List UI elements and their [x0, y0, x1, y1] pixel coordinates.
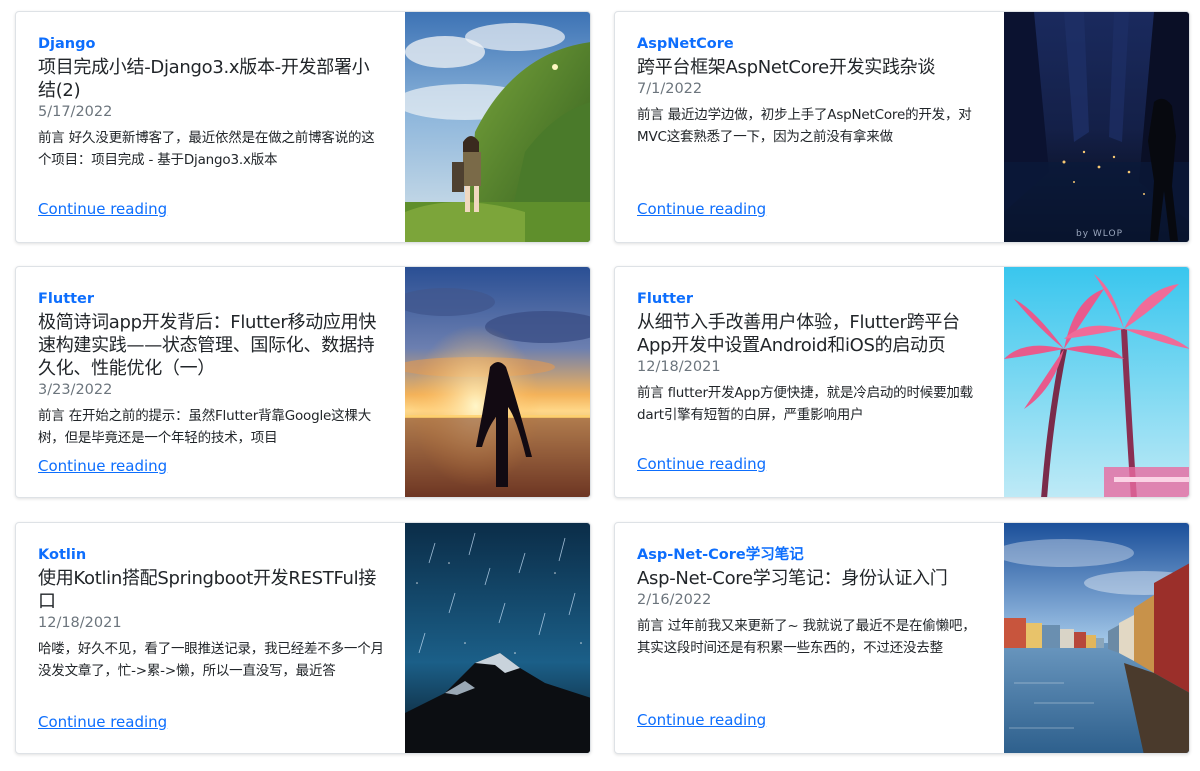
- post-excerpt: 前言 最近边学边做，初步上手了AspNetCore的开发，对MVC这套熟悉了一下…: [637, 107, 972, 145]
- post-date: 3/23/2022: [38, 382, 113, 398]
- post-card: Django 项目完成小结-Django3.x版本-开发部署小结(2) 5/17…: [15, 11, 591, 243]
- dark-hall-figure-image[interactable]: by WLOP: [1003, 12, 1189, 242]
- post-category[interactable]: AspNetCore: [637, 34, 984, 54]
- post-card-body: Kotlin 使用Kotlin搭配Springboot开发RESTFul接口 1…: [16, 523, 405, 753]
- post-card-body: AspNetCore 跨平台框架AspNetCore开发实践杂谈 7/1/202…: [615, 12, 1004, 242]
- post-category[interactable]: Kotlin: [38, 545, 385, 565]
- pink-palm-trees-image[interactable]: [1003, 267, 1189, 497]
- post-title: 跨平台框架AspNetCore开发实践杂谈: [637, 57, 936, 78]
- post-excerpt: 前言 flutter开发App方便快捷，就是冷启动的时候要加载dart引擎有短暂…: [637, 385, 973, 423]
- post-category[interactable]: Flutter: [38, 289, 385, 309]
- post-card-body: Flutter 极简诗词app开发背后：Flutter移动应用快速构建实践——状…: [16, 267, 405, 497]
- post-card: Asp-Net-Core学习笔记 Asp-Net-Core学习笔记：身份认证入门…: [614, 522, 1190, 754]
- post-card-body: Django 项目完成小结-Django3.x版本-开发部署小结(2) 5/17…: [16, 12, 405, 242]
- post-title: 使用Kotlin搭配Springboot开发RESTFul接口: [38, 568, 377, 612]
- post-grid: Django 项目完成小结-Django3.x版本-开发部署小结(2) 5/17…: [0, 0, 1200, 771]
- post-category[interactable]: Asp-Net-Core学习笔记: [637, 545, 984, 565]
- post-title: 从细节入手改善用户体验，Flutter跨平台App开发中设置Android和iO…: [637, 312, 960, 356]
- post-category[interactable]: Django: [38, 34, 385, 54]
- post-excerpt: 前言 在开始之前的提示：虽然Flutter背靠Google这棵大树，但是毕竟还是…: [38, 408, 372, 446]
- continue-reading-link[interactable]: Continue reading: [637, 711, 766, 729]
- post-card: Flutter 极简诗词app开发背后：Flutter移动应用快速构建实践——状…: [15, 266, 591, 498]
- post-date: 2/16/2022: [637, 592, 712, 608]
- watermark-text: by WLOP: [1076, 229, 1123, 239]
- post-excerpt: 前言 好久没更新博客了，最近依然是在做之前博客说的这个项目：项目完成 - 基于D…: [38, 130, 375, 168]
- post-category[interactable]: Flutter: [637, 289, 984, 309]
- post-date: 12/18/2021: [38, 615, 122, 631]
- post-card-body: Flutter 从细节入手改善用户体验，Flutter跨平台App开发中设置An…: [615, 267, 1004, 497]
- post-title: Asp-Net-Core学习笔记：身份认证入门: [637, 568, 948, 589]
- post-date: 12/18/2021: [637, 359, 721, 375]
- continue-reading-link[interactable]: Continue reading: [637, 200, 766, 218]
- post-date: 5/17/2022: [38, 104, 113, 120]
- continue-reading-link[interactable]: Continue reading: [38, 713, 167, 731]
- post-card: AspNetCore 跨平台框架AspNetCore开发实践杂谈 7/1/202…: [614, 11, 1190, 243]
- sunset-sea-girl-image[interactable]: [404, 267, 590, 497]
- post-title: 极简诗词app开发背后：Flutter移动应用快速构建实践——状态管理、国际化、…: [38, 312, 377, 379]
- starry-mountain-image[interactable]: [404, 523, 590, 753]
- post-card-body: Asp-Net-Core学习笔记 Asp-Net-Core学习笔记：身份认证入门…: [615, 523, 1004, 753]
- river-houses-image[interactable]: [1003, 523, 1189, 753]
- post-card: Flutter 从细节入手改善用户体验，Flutter跨平台App开发中设置An…: [614, 266, 1190, 498]
- post-title: 项目完成小结-Django3.x版本-开发部署小结(2): [38, 57, 370, 101]
- continue-reading-link[interactable]: Continue reading: [38, 200, 167, 218]
- post-date: 7/1/2022: [637, 81, 703, 97]
- post-card: Kotlin 使用Kotlin搭配Springboot开发RESTFul接口 1…: [15, 522, 591, 754]
- continue-reading-link[interactable]: Continue reading: [637, 455, 766, 473]
- continue-reading-link[interactable]: Continue reading: [38, 457, 167, 475]
- post-excerpt: 前言 过年前我又来更新了~ 我就说了最近不是在偷懒吧，其实这段时间还是有积累一些…: [637, 618, 976, 656]
- post-excerpt: 哈喽，好久不见，看了一眼推送记录，我已经差不多一个月没发文章了，忙->累->懒，…: [38, 641, 384, 679]
- anime-girl-countryside-image[interactable]: [404, 12, 590, 242]
